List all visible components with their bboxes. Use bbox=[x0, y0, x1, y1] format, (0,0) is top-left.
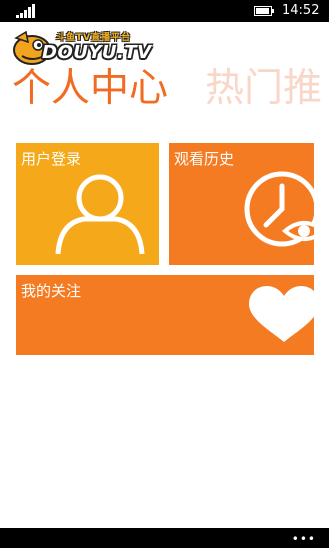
watch-history-tile[interactable]: 观看历史 bbox=[169, 143, 314, 265]
battery-icon bbox=[254, 6, 274, 16]
heart-icon bbox=[249, 286, 314, 342]
app-bar: ••• bbox=[0, 528, 329, 548]
status-bar: 14:52 bbox=[0, 0, 329, 22]
pivot-header-hot[interactable]: 热门推 bbox=[205, 62, 322, 116]
logo-text: DOUYU.TV bbox=[42, 42, 152, 63]
pivot-header-personal-center[interactable]: 个人中心 bbox=[12, 62, 168, 116]
more-options-button[interactable]: ••• bbox=[292, 532, 316, 546]
login-tile[interactable]: 用户登录 bbox=[16, 143, 159, 265]
user-icon bbox=[55, 174, 145, 255]
status-time: 14:52 bbox=[282, 3, 320, 18]
signal-strength-icon bbox=[16, 4, 38, 18]
clock-eye-icon bbox=[244, 171, 314, 247]
my-follows-tile[interactable]: 我的关注 bbox=[16, 275, 314, 355]
